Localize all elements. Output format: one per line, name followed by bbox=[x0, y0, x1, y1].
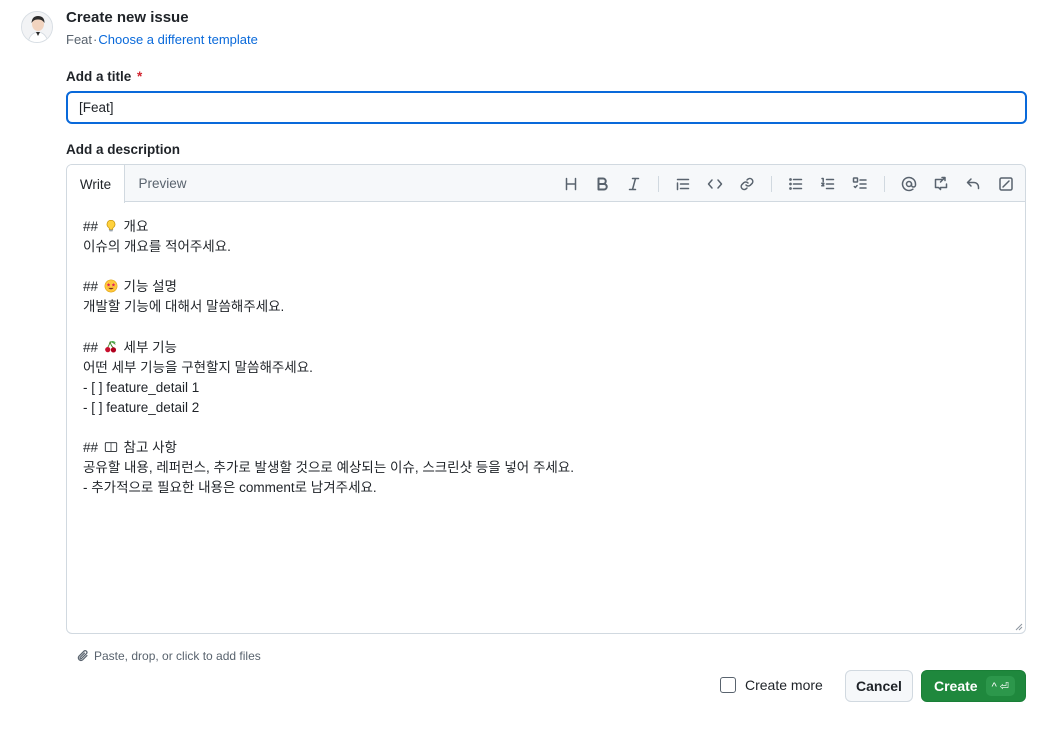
task-list-icon[interactable] bbox=[849, 173, 871, 195]
description-line-text: 참고 사항 bbox=[119, 440, 177, 456]
title-input[interactable] bbox=[66, 91, 1027, 124]
description-line-text: 기능 설명 bbox=[119, 279, 177, 295]
description-line-text: 이슈의 개요를 적어주세요. bbox=[83, 239, 231, 255]
description-line-text: 세부 기능 bbox=[119, 339, 177, 355]
description-line-text: - [ ] feature_detail 2 bbox=[83, 399, 200, 415]
description-label: Add a description bbox=[66, 142, 181, 157]
toolbar-divider bbox=[771, 176, 772, 192]
title-label-text: Add a title bbox=[66, 69, 132, 84]
heading-icon[interactable] bbox=[560, 173, 582, 195]
template-name: Feat bbox=[66, 32, 93, 47]
description-line bbox=[83, 317, 574, 337]
italic-icon[interactable] bbox=[623, 173, 645, 195]
description-line-text: 공유할 내용, 레퍼런스, 추가로 발생할 것으로 예상되는 이슈, 스크린샷 … bbox=[83, 460, 574, 476]
keyboard-shortcut: ^ ⏎ bbox=[985, 676, 1016, 696]
heading-marker: ## bbox=[83, 279, 102, 295]
description-line: ## 참고 사항 bbox=[83, 438, 574, 458]
toolbar-divider bbox=[658, 176, 659, 192]
template-separator: · bbox=[93, 32, 98, 47]
description-line bbox=[83, 418, 574, 438]
required-mark: * bbox=[137, 69, 143, 84]
markdown-editor: Write Preview ## 개요 이슈의 개요를 적어주세요. ## 기능… bbox=[66, 164, 1026, 634]
cherries-icon bbox=[104, 340, 118, 354]
description-line-text: 개발할 기능에 대해서 말씀해주세요. bbox=[83, 299, 285, 315]
tab-write[interactable]: Write bbox=[67, 165, 125, 203]
template-info: Feat·Choose a different template bbox=[66, 32, 258, 47]
quote-icon[interactable] bbox=[672, 173, 694, 195]
description-line: - 추가적으로 필요한 내용은 comment로 남겨주세요. bbox=[83, 478, 574, 498]
description-line: 개발할 기능에 대해서 말씀해주세요. bbox=[83, 297, 574, 317]
description-line: 이슈의 개요를 적어주세요. bbox=[83, 237, 574, 257]
create-more-checkbox[interactable] bbox=[720, 677, 736, 693]
title-label: Add a title * bbox=[66, 69, 142, 84]
heading-marker: ## bbox=[83, 219, 102, 234]
paperclip-icon bbox=[77, 650, 88, 662]
description-line: ## 개요 bbox=[83, 217, 574, 237]
resize-handle-icon[interactable] bbox=[1013, 621, 1023, 631]
editor-header: Write Preview bbox=[67, 165, 1025, 203]
attach-hint: Paste, drop, or click to add files bbox=[94, 649, 261, 663]
description-line-text: 개요 bbox=[119, 219, 149, 234]
description-textarea[interactable]: ## 개요이슈의 개요를 적어주세요. ## 기능 설명개발할 기능에 대해서 말… bbox=[83, 217, 574, 498]
heading-marker: ## bbox=[83, 440, 102, 456]
star-struck-face-icon bbox=[104, 279, 118, 293]
create-more-label: Create more bbox=[745, 677, 823, 693]
create-button[interactable]: Create ^ ⏎ bbox=[921, 670, 1026, 702]
heading-marker: ## bbox=[83, 339, 102, 355]
description-line-text: - 추가적으로 필요한 내용은 comment로 남겨주세요. bbox=[83, 480, 377, 496]
reference-icon[interactable] bbox=[930, 173, 952, 195]
saved-replies-icon[interactable] bbox=[962, 173, 984, 195]
description-line: 공유할 내용, 레퍼런스, 추가로 발생할 것으로 예상되는 이슈, 스크린샷 … bbox=[83, 458, 574, 478]
tab-preview[interactable]: Preview bbox=[125, 165, 200, 202]
create-more-option[interactable]: Create more bbox=[720, 677, 823, 693]
description-line-text: - [ ] feature_detail 1 bbox=[83, 379, 200, 395]
unordered-list-icon[interactable] bbox=[785, 173, 807, 195]
choose-template-link[interactable]: Choose a different template bbox=[98, 32, 257, 47]
description-line: 어떤 세부 기능을 구현할지 말씀해주세요. bbox=[83, 358, 574, 378]
description-line: - [ ] feature_detail 2 bbox=[83, 398, 574, 418]
lightbulb-icon bbox=[104, 219, 118, 233]
description-line-text: 어떤 세부 기능을 구현할지 말씀해주세요. bbox=[83, 359, 313, 375]
description-line: ## 기능 설명 bbox=[83, 277, 574, 297]
fullscreen-icon[interactable] bbox=[995, 173, 1017, 195]
description-line: - [ ] feature_detail 1 bbox=[83, 378, 574, 398]
book-icon bbox=[104, 440, 118, 454]
toolbar-divider bbox=[884, 176, 885, 192]
description-line: ## 세부 기능 bbox=[83, 338, 574, 358]
attach-files[interactable]: Paste, drop, or click to add files bbox=[76, 649, 261, 663]
code-icon[interactable] bbox=[704, 173, 726, 195]
ordered-list-icon[interactable] bbox=[817, 173, 839, 195]
link-icon[interactable] bbox=[736, 173, 758, 195]
bold-icon[interactable] bbox=[591, 173, 613, 195]
description-line bbox=[83, 257, 574, 277]
page-title: Create new issue bbox=[66, 9, 189, 26]
mention-icon[interactable] bbox=[898, 173, 920, 195]
cancel-button[interactable]: Cancel bbox=[845, 670, 913, 702]
avatar bbox=[21, 11, 53, 43]
create-button-label: Create bbox=[934, 678, 978, 694]
